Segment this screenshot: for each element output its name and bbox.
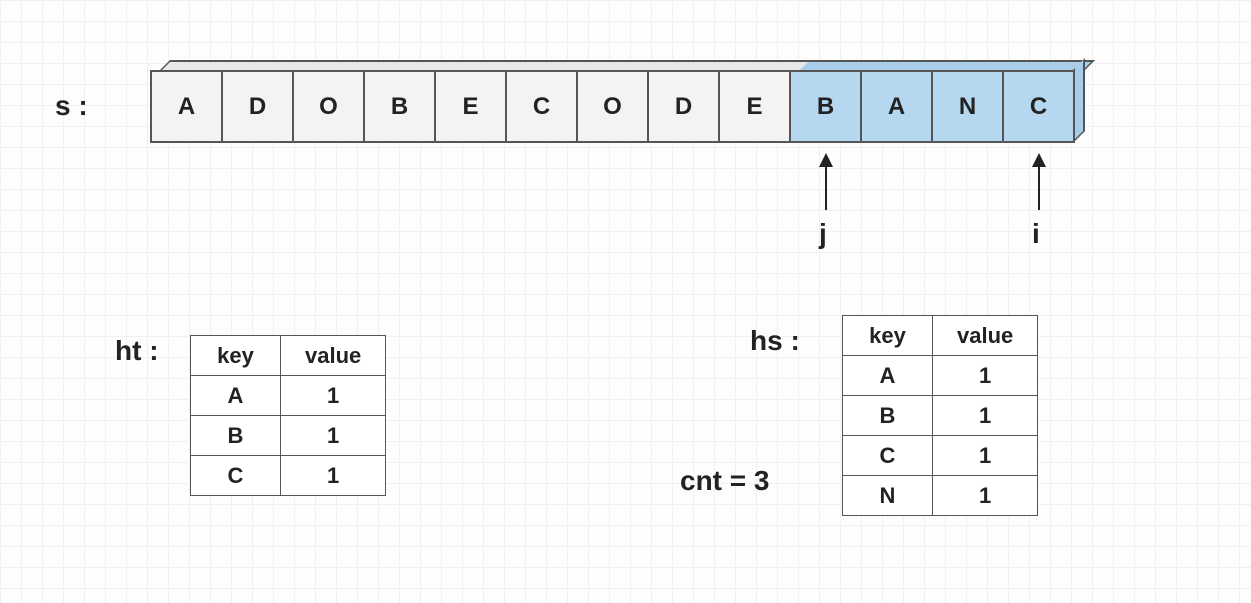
cell-key: C	[191, 456, 281, 496]
pointer-i-label: i	[1032, 218, 1040, 250]
cell-key: A	[191, 376, 281, 416]
array-cell: C	[1002, 70, 1075, 143]
array-cell: E	[718, 70, 791, 143]
table-header-row: key value	[843, 316, 1038, 356]
string-array: ADOBECODEBANC	[150, 70, 1075, 143]
cell-key: B	[843, 396, 933, 436]
ht-table: key value A1B1C1	[190, 335, 386, 496]
cell-key: B	[191, 416, 281, 456]
cell-value: 1	[281, 416, 386, 456]
array-cell: D	[221, 70, 294, 143]
table-row: C1	[191, 456, 386, 496]
hs-table: key value A1B1C1N1	[842, 315, 1038, 516]
array-cell: O	[292, 70, 365, 143]
table-row: A1	[191, 376, 386, 416]
cnt-label: cnt = 3	[680, 465, 769, 497]
table-row: C1	[843, 436, 1038, 476]
array-cell: E	[434, 70, 507, 143]
cell-value: 1	[281, 456, 386, 496]
array-cell: D	[647, 70, 720, 143]
hs-label: hs :	[750, 325, 800, 357]
pointer-j-label: j	[819, 218, 827, 250]
pointer-i-arrow	[1038, 155, 1040, 210]
cell-key: C	[843, 436, 933, 476]
array-cell: N	[931, 70, 1004, 143]
header-key: key	[843, 316, 933, 356]
cell-value: 1	[933, 476, 1038, 516]
cell-value: 1	[933, 396, 1038, 436]
header-key: key	[191, 336, 281, 376]
array-cell: O	[576, 70, 649, 143]
array-cell: A	[150, 70, 223, 143]
array-cell: B	[789, 70, 862, 143]
ht-label: ht :	[115, 335, 159, 367]
table-row: A1	[843, 356, 1038, 396]
table-row: B1	[191, 416, 386, 456]
array-cell: B	[363, 70, 436, 143]
table-header-row: key value	[191, 336, 386, 376]
array-cell: A	[860, 70, 933, 143]
header-value: value	[281, 336, 386, 376]
header-value: value	[933, 316, 1038, 356]
cell-value: 1	[281, 376, 386, 416]
array-cell: C	[505, 70, 578, 143]
cell-value: 1	[933, 356, 1038, 396]
s-label: s :	[55, 90, 88, 122]
cell-key: N	[843, 476, 933, 516]
pointer-j-arrow	[825, 155, 827, 210]
array-3d-right	[1073, 58, 1085, 143]
cell-key: A	[843, 356, 933, 396]
table-row: N1	[843, 476, 1038, 516]
table-row: B1	[843, 396, 1038, 436]
cell-value: 1	[933, 436, 1038, 476]
